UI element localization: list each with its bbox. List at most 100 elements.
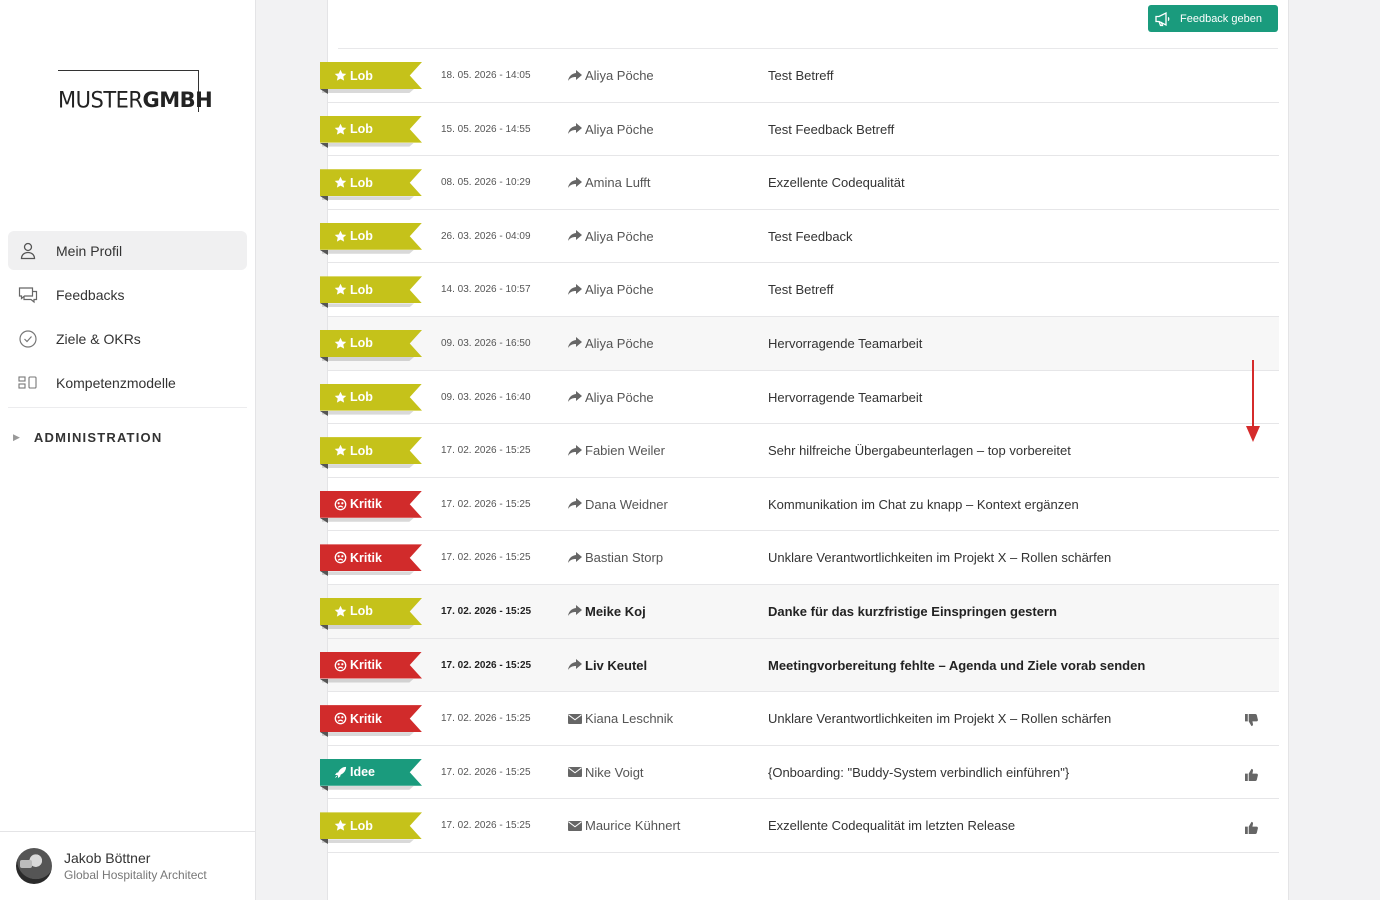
feedback-row[interactable]: Lob 17. 02. 2026 - 15:25 Maurice Kühnert… — [320, 799, 1279, 853]
check-circle-icon — [18, 329, 38, 349]
sidebar-nav: Mein Profil Feedbacks Ziele & OKRs Kompe… — [8, 231, 247, 407]
feedback-date: 17. 02. 2026 - 15:25 — [441, 552, 531, 564]
feedback-sender: Nike Voigt — [568, 746, 644, 799]
feedback-sender-name: Aliya Pöche — [585, 335, 654, 351]
feedback-row[interactable]: Lob 14. 03. 2026 - 10:57 Aliya Pöche Tes… — [320, 263, 1279, 317]
feedback-row[interactable]: Idee 17. 02. 2026 - 15:25 Nike Voigt {On… — [320, 746, 1279, 800]
feedback-sender-name: Aliya Pöche — [585, 282, 654, 298]
feedback-subject: Test Betreff — [768, 68, 834, 83]
star-icon — [334, 69, 347, 82]
sad-face-icon — [334, 498, 347, 511]
star-icon — [334, 819, 347, 832]
feedback-subject: {Onboarding: "Buddy-System verbindlich e… — [768, 764, 1070, 780]
feedback-row[interactable]: Kritik 17. 02. 2026 - 15:25 Liv Keutel M… — [320, 638, 1279, 693]
feedback-sender-name: Fabien Weiler — [585, 443, 665, 459]
share-icon — [568, 337, 582, 349]
feedback-sender-name: Aliya Pöche — [585, 68, 654, 83]
sidebar-item-kompetenzmodelle[interactable]: Kompetenzmodelle — [8, 363, 247, 402]
sad-face-icon — [334, 659, 347, 672]
feedback-type-tag-lob: Lob — [320, 222, 422, 255]
feedback-row[interactable]: Lob 17. 02. 2026 - 15:25 Fabien Weiler S… — [320, 424, 1279, 478]
feedback-subject: Hervorragende Teamarbeit — [768, 389, 923, 405]
blocks-icon — [18, 373, 38, 393]
feedback-date: 17. 02. 2026 - 15:25 — [441, 820, 531, 832]
star-icon — [334, 230, 347, 243]
sidebar-item-feedbacks[interactable]: Feedbacks — [8, 275, 247, 314]
share-icon — [568, 659, 582, 671]
feedback-date: 09. 03. 2026 - 16:50 — [441, 337, 531, 349]
feedback-sender: Aliya Pöche — [568, 210, 654, 263]
feedback-sender: Dana Weidner — [568, 478, 668, 531]
feedback-date: 09. 03. 2026 - 16:40 — [441, 391, 531, 403]
feedback-sender: Aliya Pöche — [568, 263, 654, 316]
feedback-subject: Meetingvorbereitung fehlte – Agenda und … — [768, 657, 1146, 673]
sidebar-item-mein-profil[interactable]: Mein Profil — [8, 231, 247, 270]
share-icon — [568, 391, 582, 403]
feedback-button-label: Feedback geben — [1180, 12, 1262, 25]
feedback-row[interactable]: Lob 17. 02. 2026 - 15:25 Meike Koj Danke… — [320, 584, 1279, 639]
feedback-type-label: Lob — [350, 282, 373, 297]
feedback-type-label: Lob — [350, 229, 373, 244]
user-profile[interactable]: Jakob Böttner Global Hospitality Archite… — [0, 831, 255, 900]
share-icon — [568, 551, 582, 564]
feedback-type-label: Lob — [350, 390, 373, 405]
feedback-sender: Aliya Pöche — [568, 103, 654, 156]
feedback-sender-name: Kiana Leschnik — [585, 711, 674, 727]
thumbs-up-icon[interactable] — [1245, 766, 1258, 781]
profile-name: Jakob Böttner — [64, 850, 151, 866]
feedback-row[interactable]: Lob 08. 05. 2026 - 10:29 Amina Lufft Exz… — [320, 156, 1279, 210]
thumbs-up-icon[interactable] — [1245, 819, 1258, 835]
feedback-type-label: Lob — [350, 68, 373, 83]
feedback-sender: Aliya Pöche — [568, 317, 654, 370]
feedback-geben-button[interactable]: Feedback geben — [1148, 5, 1278, 32]
feedback-row[interactable]: Lob 09. 03. 2026 - 16:40 Aliya Pöche Her… — [320, 371, 1279, 425]
feedback-row[interactable]: Kritik 17. 02. 2026 - 15:25 Bastian Stor… — [320, 531, 1279, 585]
feedback-row[interactable]: Lob 09. 03. 2026 - 16:50 Aliya Pöche Her… — [320, 316, 1279, 371]
feedback-row[interactable]: Lob 26. 03. 2026 - 04:09 Aliya Pöche Tes… — [320, 210, 1279, 264]
feedback-sender: Fabien Weiler — [568, 424, 665, 477]
star-icon — [334, 444, 347, 457]
megaphone-icon — [1155, 11, 1170, 26]
company-logo[interactable]: MUSTERGMBH — [58, 70, 213, 112]
sad-face-icon — [334, 551, 347, 564]
feedback-type-tag-lob: Lob — [320, 812, 422, 845]
feedback-panel: Feedback geben Lob 18. 05. 2026 - 14:05 … — [320, 0, 1289, 900]
feedback-subject: Unklare Verantwortlichkeiten im Projekt … — [768, 550, 1112, 566]
feedback-date: 17. 02. 2026 - 15:25 — [441, 605, 532, 617]
feedback-type-tag-lob: Lob — [320, 276, 422, 309]
sidebar-item-label: Mein Profil — [56, 242, 123, 259]
feedback-sender: Liv Keutel — [568, 639, 647, 692]
sidebar-section-administration[interactable]: ▶ ADMINISTRATION — [13, 430, 162, 445]
feedback-subject: Test Feedback Betreff — [768, 121, 895, 137]
feedback-subject: Test Betreff — [768, 282, 834, 298]
feedback-type-tag-lob: Lob — [320, 437, 422, 470]
share-icon — [568, 283, 582, 296]
feedback-type-tag-lob: Lob — [320, 115, 422, 148]
feedback-sender: Bastian Storp — [568, 531, 663, 584]
feedback-sender-name: Amina Lufft — [585, 175, 651, 191]
feedback-date: 08. 05. 2026 - 10:29 — [441, 177, 531, 189]
feedback-row[interactable]: Lob 15. 05. 2026 - 14:55 Aliya Pöche Tes… — [320, 103, 1279, 157]
envelope-icon — [568, 820, 582, 832]
feedback-sender: Aliya Pöche — [568, 49, 654, 102]
feedback-subject: Exzellente Codequalität im letzten Relea… — [768, 818, 1016, 834]
star-icon — [334, 283, 347, 296]
feedback-type-label: Lob — [350, 175, 373, 190]
feedback-row[interactable]: Kritik 17. 02. 2026 - 15:25 Dana Weidner… — [320, 478, 1279, 532]
feedback-sender-name: Nike Voigt — [585, 764, 644, 780]
feedback-type-tag-kritik: Kritik — [320, 544, 422, 577]
feedback-sender: Meike Koj — [568, 585, 646, 638]
rocket-icon — [334, 766, 347, 779]
share-icon — [568, 498, 582, 510]
feedback-row[interactable]: Kritik 17. 02. 2026 - 15:25 Kiana Leschn… — [320, 692, 1279, 746]
feedback-row[interactable]: Lob 18. 05. 2026 - 14:05 Aliya Pöche Tes… — [320, 49, 1279, 103]
feedback-date: 17. 02. 2026 - 15:25 — [441, 713, 531, 725]
avatar — [16, 848, 52, 884]
thumbs-down-icon[interactable] — [1245, 712, 1258, 727]
feedback-sender-name: Aliya Pöche — [585, 389, 654, 405]
feedback-type-label: Kritik — [350, 550, 382, 565]
sidebar-item-ziele-okrs[interactable]: Ziele & OKRs — [8, 319, 247, 358]
feedback-type-tag-lob: Lob — [320, 169, 422, 202]
feedback-type-tag-kritik: Kritik — [320, 490, 422, 523]
feedback-sender-name: Liv Keutel — [585, 657, 648, 673]
